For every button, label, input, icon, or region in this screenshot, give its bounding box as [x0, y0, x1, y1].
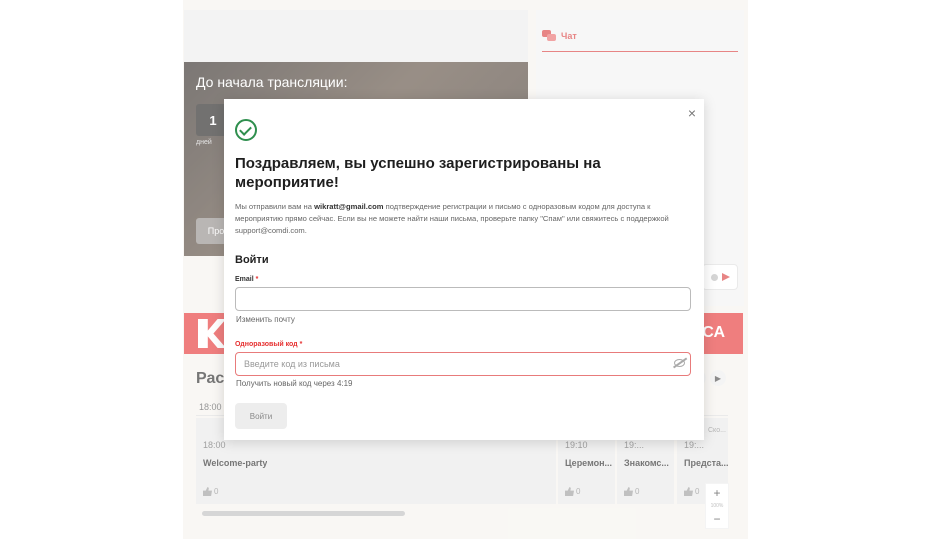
resend-timer: 4:19 — [336, 379, 353, 388]
required-mark: * — [255, 276, 259, 283]
description-email: wikratt@gmail.com — [314, 202, 384, 211]
description-prefix: Мы отправили вам на — [235, 202, 315, 211]
email-label-text: Email — [235, 276, 254, 283]
login-heading: Войти — [235, 254, 269, 266]
close-icon[interactable]: × — [688, 105, 696, 121]
registration-success-modal: × Поздравляем, вы успешно зарегистрирова… — [224, 99, 704, 440]
success-check-icon — [235, 119, 257, 141]
change-email-link[interactable]: Изменить почту — [236, 315, 295, 324]
code-field[interactable] — [235, 352, 691, 376]
modal-title: Поздравляем, вы успешно зарегистрированы… — [235, 155, 601, 191]
code-label-text: Одноразовый код — [235, 341, 298, 348]
code-label: Одноразовый код * — [235, 341, 302, 348]
email-field[interactable] — [235, 287, 691, 311]
modal-description: Мы отправили вам на wikratt@gmail.com по… — [235, 201, 675, 237]
page: До начала трансляции: 1 дней Про Чат РСА… — [0, 0, 930, 539]
required-mark: * — [299, 341, 303, 348]
login-button[interactable]: Войти — [235, 403, 287, 429]
email-label: Email * — [235, 276, 258, 283]
resend-label: Получить новый код через — [236, 379, 335, 388]
eye-off-icon[interactable] — [674, 359, 685, 367]
resend-code-text: Получить новый код через 4:19 — [236, 379, 353, 388]
